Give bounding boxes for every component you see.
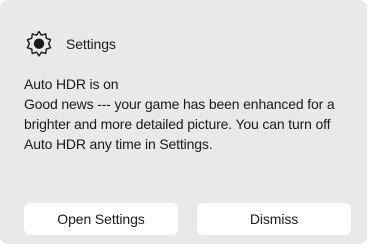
notification-body: Auto HDR is on Good news --- your game h… [24,74,354,154]
notification-message-line: Auto HDR any time in Settings. [24,136,213,152]
notification-title: Auto HDR is on [24,76,119,92]
notification-header: Settings [24,27,116,61]
auto-hdr-notification: Settings Auto HDR is on Good news --- yo… [0,0,367,244]
notification-message-line: Good news --- your game has been enhance… [24,96,335,112]
notification-actions: Open Settings Dismiss [24,203,351,235]
dismiss-button[interactable]: Dismiss [197,203,351,235]
settings-gear-icon [24,29,54,59]
open-settings-button[interactable]: Open Settings [24,203,178,235]
notification-message-line: brighter and more detailed picture. You … [24,116,331,132]
app-name: Settings [66,36,116,52]
